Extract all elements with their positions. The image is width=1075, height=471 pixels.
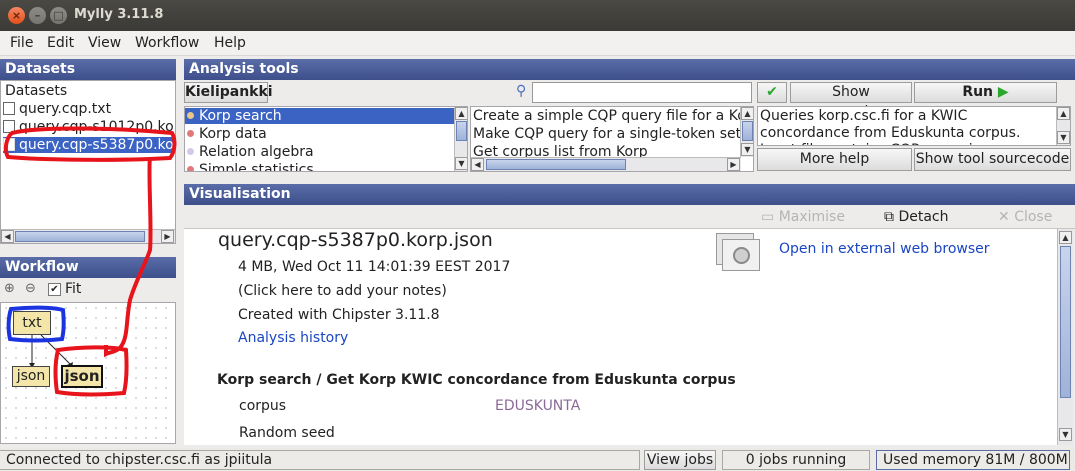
annotation-overlay [3,126,177,397]
annotation-blue-box [6,305,66,343]
jobs-running: 0 jobs running [722,450,870,470]
annotation-red-box [53,345,129,397]
view-jobs-button[interactable]: View jobs [644,450,716,470]
annotation-red-outline [3,126,177,162]
connection-status: Connected to chipster.csc.fi as jpiitula [0,450,640,470]
status-bar: Connected to chipster.csc.fi as jpiitula… [0,448,1075,471]
annotation-red-line [104,157,153,358]
memory-usage: Used memory 81M / 800M [876,450,1070,470]
